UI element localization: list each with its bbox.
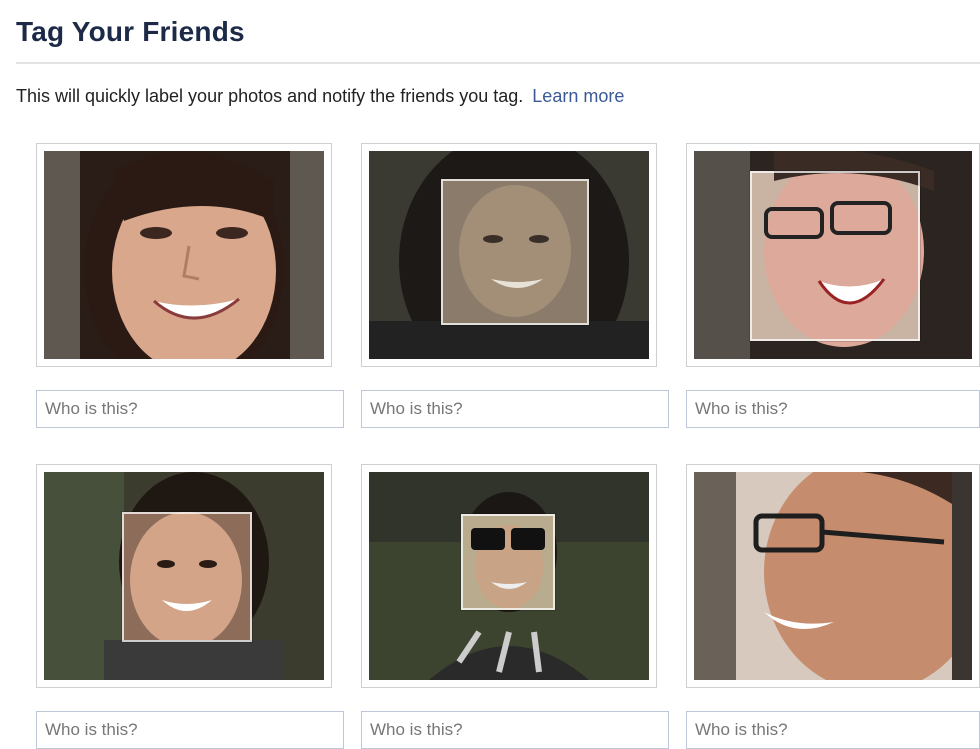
friend-photo-3[interactable] xyxy=(694,151,972,359)
tag-name-input-5[interactable] xyxy=(361,711,669,749)
learn-more-link[interactable]: Learn more xyxy=(532,86,624,106)
photo-tile-6[interactable] xyxy=(686,464,980,688)
friend-photo-2[interactable] xyxy=(369,151,649,359)
friend-photo-1[interactable] xyxy=(44,151,324,359)
photo-tile-4[interactable] xyxy=(36,464,332,688)
friend-photo-4[interactable] xyxy=(44,472,324,680)
tag-name-input-1[interactable] xyxy=(36,390,344,428)
photo-tile-5[interactable] xyxy=(361,464,657,688)
face-detection-box xyxy=(122,512,252,642)
person-photo-icon xyxy=(694,472,972,680)
face-detection-box xyxy=(461,514,555,610)
tag-name-input-2[interactable] xyxy=(361,390,669,428)
face-detection-box xyxy=(750,171,920,341)
friend-photo-6[interactable] xyxy=(694,472,972,680)
intro-text: This will quickly label your photos and … xyxy=(16,86,624,107)
photo-tile-1[interactable] xyxy=(36,143,332,367)
person-photo-icon xyxy=(44,151,324,359)
face-detection-box xyxy=(441,179,589,325)
photo-tile-2[interactable] xyxy=(361,143,657,367)
tag-name-input-4[interactable] xyxy=(36,711,344,749)
title-divider xyxy=(16,62,980,64)
photo-tile-3[interactable] xyxy=(686,143,980,367)
page-title: Tag Your Friends xyxy=(16,16,245,47)
tag-name-input-3[interactable] xyxy=(686,390,980,428)
friend-photo-5[interactable] xyxy=(369,472,649,680)
intro-description: This will quickly label your photos and … xyxy=(16,86,524,106)
tag-name-input-6[interactable] xyxy=(686,711,980,749)
